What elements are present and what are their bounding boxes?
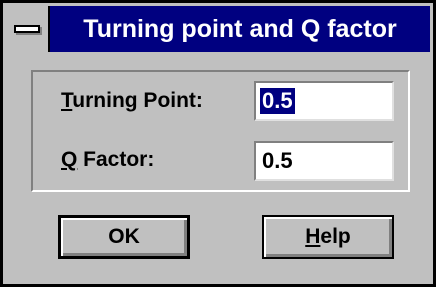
- help-button[interactable]: Help: [262, 215, 394, 259]
- ok-button-label: OK: [108, 225, 140, 248]
- ok-button[interactable]: OK: [58, 215, 190, 259]
- system-menu-icon: [14, 25, 40, 33]
- turning-point-label: Turning Point:: [61, 89, 203, 113]
- turning-point-label-mnemonic: T: [61, 89, 73, 112]
- dialog-window: Turning point and Q factor Turning Point…: [0, 0, 436, 287]
- q-factor-label: Q Factor:: [61, 148, 154, 172]
- turning-point-value: 0.5: [260, 88, 295, 114]
- turning-point-label-text: urning Point:: [72, 89, 203, 112]
- q-factor-value: 0.5: [262, 148, 293, 173]
- window-title: Turning point and Q factor: [83, 15, 397, 43]
- help-button-label: elp: [320, 225, 351, 248]
- turning-point-input[interactable]: 0.5: [254, 81, 394, 121]
- q-factor-input[interactable]: 0.5: [254, 141, 394, 181]
- help-button-mnemonic: H: [305, 225, 321, 248]
- system-menu-button[interactable]: [6, 6, 50, 52]
- q-factor-label-text: Factor:: [77, 148, 155, 171]
- title-bar[interactable]: Turning point and Q factor: [6, 6, 430, 52]
- q-factor-label-mnemonic: Q: [61, 148, 78, 171]
